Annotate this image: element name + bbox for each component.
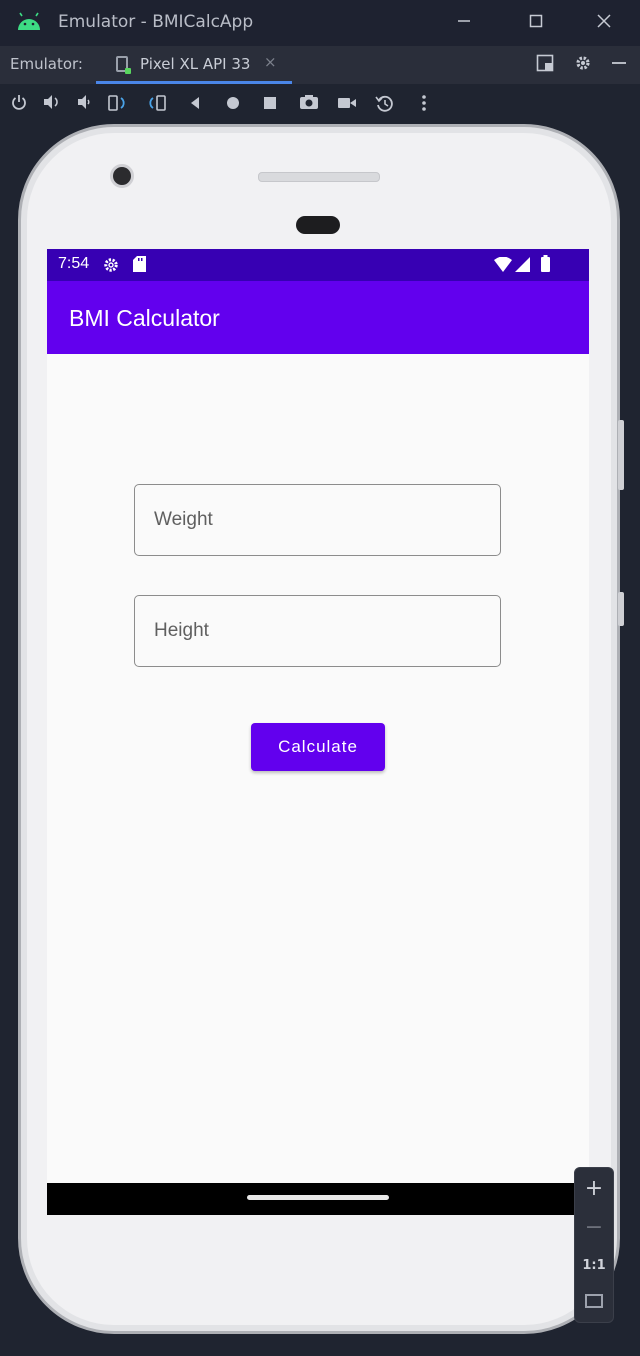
zoom-in-button[interactable]: + [575,1171,613,1207]
settings-gear-icon[interactable] [572,54,594,76]
battery-icon [541,255,550,272]
window-title: Emulator - BMICalcApp [58,12,254,32]
tab-pixel-xl-api-33[interactable]: Pixel XL API 33 × [96,46,292,84]
home-gesture-pill[interactable] [247,1195,389,1200]
app-bar: BMI Calculator [47,281,589,354]
wifi-icon [494,257,512,272]
home-icon[interactable] [222,94,244,116]
window-layout-icon[interactable] [534,54,556,76]
front-camera-icon [110,164,134,188]
snapshot-icon[interactable] [374,94,396,116]
cell-signal-icon [515,257,530,272]
navigation-bar [47,1183,589,1215]
calculate-button[interactable]: Calculate [251,723,385,771]
settings-gear-icon [104,258,118,272]
sd-card-icon [133,256,146,272]
android-logo-icon [18,12,40,30]
height-field[interactable] [134,595,501,667]
zoom-actual-size-button[interactable]: 1:1 [575,1248,613,1284]
power-icon[interactable] [8,94,30,116]
status-bar: 7:54 [47,249,589,281]
weight-field[interactable] [134,484,501,556]
hide-panel-icon[interactable] [608,54,630,76]
status-time: 7:54 [58,255,90,272]
screen-record-icon[interactable] [336,94,358,116]
emulator-toolbar [0,84,640,124]
maximize-icon[interactable] [522,9,550,37]
rotate-left-icon[interactable] [107,94,129,116]
device-screen: 7:54 BMI Calculator Calculate [47,249,589,1215]
emulator-tab-bar: Emulator: Pixel XL API 33 × [0,46,640,84]
zoom-out-button[interactable]: − [575,1210,613,1246]
more-icon[interactable] [413,94,435,116]
weight-input[interactable] [135,485,500,555]
minimize-icon[interactable] [450,9,478,37]
close-icon[interactable] [590,9,618,37]
emulator-label: Emulator: [10,55,83,73]
window-title-bar: Emulator - BMICalcApp [0,0,640,46]
fit-screen-icon[interactable] [585,1294,603,1308]
app-title: BMI Calculator [69,305,220,331]
zoom-controls: + − 1:1 [574,1167,614,1323]
volume-rocker [618,420,624,490]
earpiece-speaker [258,172,380,182]
tab-label: Pixel XL API 33 [140,55,251,73]
proximity-sensor [296,216,340,234]
volume-up-icon[interactable] [41,94,63,116]
tab-close-icon[interactable]: × [264,53,277,71]
height-input[interactable] [135,596,500,666]
side-power-button [618,592,624,626]
back-icon[interactable] [184,94,206,116]
volume-down-icon[interactable] [74,94,96,116]
overview-icon[interactable] [259,94,281,116]
device-icon [116,56,131,74]
rotate-right-icon[interactable] [145,94,167,116]
camera-icon[interactable] [298,94,320,116]
